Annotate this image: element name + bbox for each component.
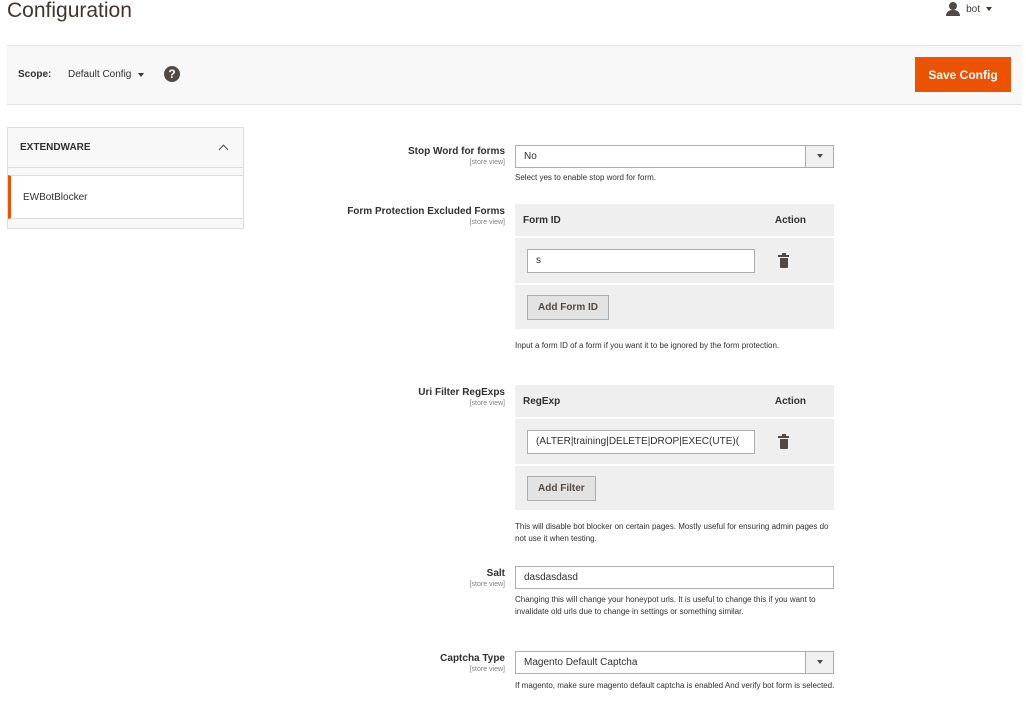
column-header-form-id: Form ID (523, 214, 561, 226)
select-value: Magento Default Captcha (524, 657, 638, 668)
form-protection-label-block: Form Protection Excluded Forms [store vi… (347, 206, 505, 227)
salt-note: Changing this will change your honeypot … (515, 595, 816, 616)
form-id-input[interactable] (527, 248, 755, 273)
page-title: Configuration (7, 0, 132, 22)
field-scope: [store view] (469, 666, 505, 673)
table-row (515, 238, 834, 285)
stop-word-select[interactable]: No (515, 145, 834, 168)
field-label: Form Protection Excluded Forms (347, 206, 505, 217)
field-scope: [store view] (469, 219, 505, 226)
field-label: Stop Word for forms (407, 146, 505, 157)
save-config-button[interactable]: Save Config (915, 57, 1011, 92)
user-menu[interactable]: bot (946, 2, 992, 16)
chevron-down-icon (817, 154, 823, 158)
chevron-down-icon (986, 7, 992, 11)
help-icon[interactable]: ? (164, 66, 180, 82)
sidebar-item-label: EWBotBlocker (23, 191, 88, 203)
field-scope: [store view] (469, 159, 505, 166)
config-sidebar: EXTENDWARE EWBotBlocker (7, 127, 244, 229)
scope-switcher[interactable]: Default Config (68, 69, 145, 80)
grid-header: RegExp Action (515, 385, 834, 419)
add-filter-button[interactable]: Add Filter (527, 475, 596, 501)
column-header-regexp: RegExp (523, 395, 561, 407)
field-scope: [store view] (469, 400, 505, 407)
user-name: bot (966, 3, 980, 15)
column-header-action: Action (774, 395, 806, 407)
grid-footer: Add Form ID (515, 285, 834, 329)
table-row (515, 419, 834, 466)
chevron-down-icon (138, 72, 145, 77)
user-icon (946, 2, 961, 16)
chevron-up-icon (218, 144, 229, 155)
stop-word-label-block: Stop Word for forms [store view] (408, 146, 505, 167)
field-label: Salt (486, 568, 505, 579)
uri-filter-note: This will disable bot blocker on certain… (515, 522, 829, 543)
trash-icon[interactable] (778, 252, 789, 268)
form-protection-grid: Form ID Action Add Form ID (515, 204, 834, 329)
captcha-type-select[interactable]: Magento Default Captcha (515, 651, 834, 674)
column-header-action: Action (774, 214, 806, 226)
form-protection-note: Input a form ID of a form if you want it… (515, 341, 780, 350)
sidebar-section-title: EXTENDWARE (20, 142, 91, 153)
field-label: Uri Filter RegExps (418, 387, 505, 398)
select-value: No (524, 151, 537, 162)
scope-value: Default Config (68, 69, 132, 80)
grid-header: Form ID Action (515, 204, 834, 238)
salt-input[interactable] (515, 566, 834, 589)
sidebar-item-ewbotblocker[interactable]: EWBotBlocker (8, 175, 243, 219)
field-label: Captcha Type (440, 653, 505, 664)
captcha-note: If magento, make sure magento default ca… (515, 681, 835, 690)
captcha-label-block: Captcha Type [store view] (440, 653, 505, 674)
salt-label-block: Salt [store view] (470, 568, 505, 589)
uri-filter-grid: RegExp Action Add Filter (515, 385, 834, 510)
regexp-input[interactable] (527, 429, 755, 454)
add-form-id-button[interactable]: Add Form ID (527, 294, 609, 320)
scope-label: Scope: (18, 69, 52, 80)
field-scope: [store view] (469, 581, 505, 588)
scope-bar: Scope: Default Config ? Save Config (7, 45, 1022, 105)
sidebar-section-extendware[interactable]: EXTENDWARE (8, 128, 243, 168)
uri-filter-label-block: Uri Filter RegExps [store view] (418, 387, 505, 408)
grid-footer: Add Filter (515, 466, 834, 510)
stop-word-note: Select yes to enable stop word for form. (515, 173, 656, 182)
trash-icon[interactable] (778, 433, 789, 449)
chevron-down-icon (817, 660, 823, 664)
